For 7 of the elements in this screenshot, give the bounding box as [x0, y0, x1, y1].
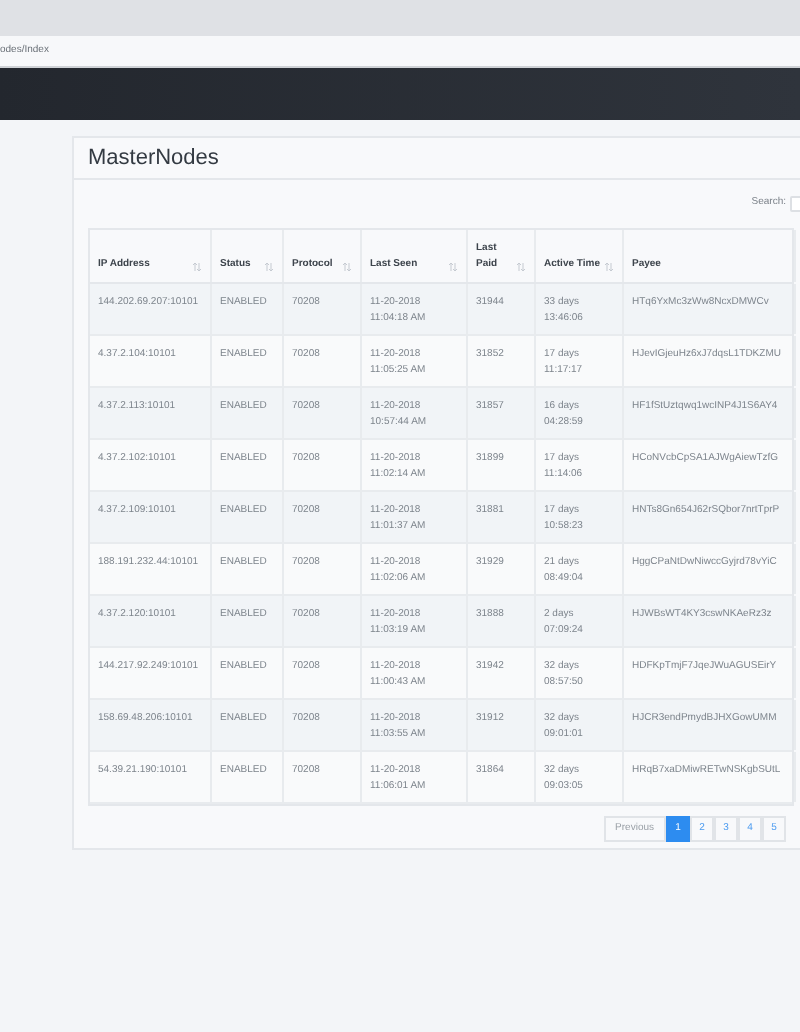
sort-icon — [516, 262, 526, 272]
sort-icon — [604, 262, 614, 272]
sort-icon — [342, 262, 352, 272]
sort-icon — [264, 262, 274, 272]
card-title: MasterNodes — [88, 143, 219, 174]
sort-icon — [448, 262, 458, 272]
sort-icon — [192, 262, 202, 272]
